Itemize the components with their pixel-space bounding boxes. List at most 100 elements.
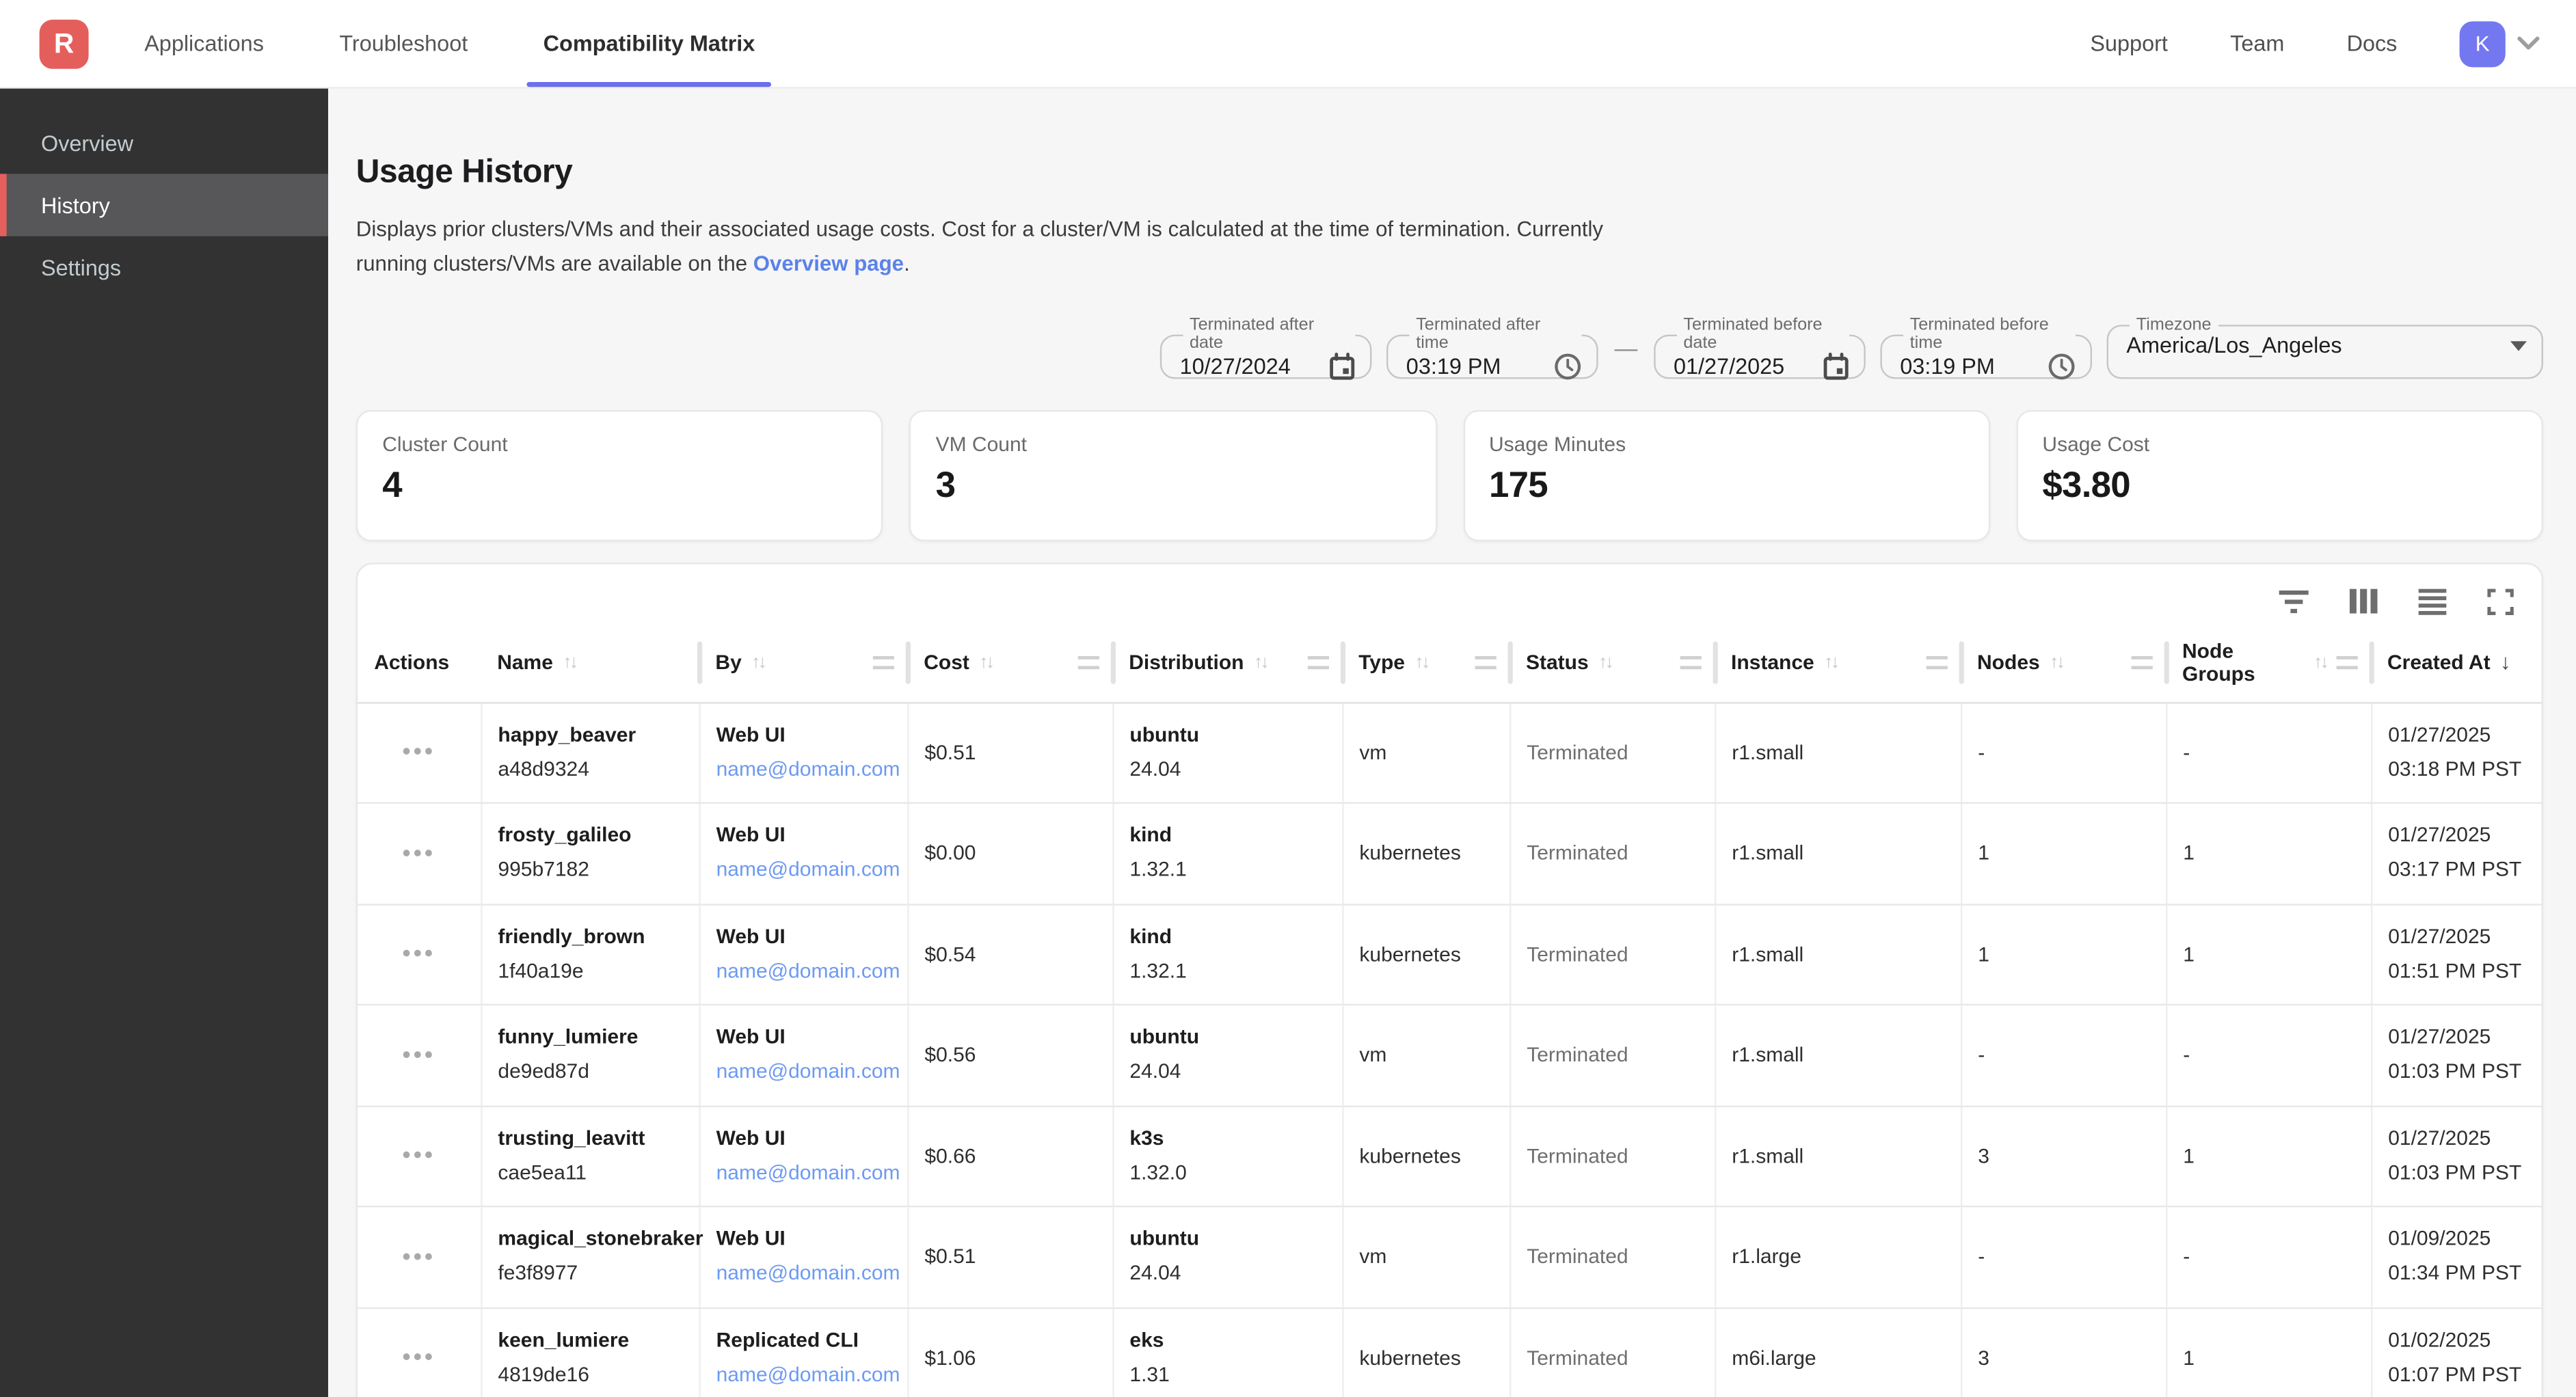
stat-value: $3.80 <box>2042 463 2517 506</box>
name-cell: funny_lumierede9ed87d <box>481 1005 699 1106</box>
by-cell: Web UIname@domain.com <box>699 904 907 1005</box>
overview-page-link[interactable]: Overview page <box>753 251 904 275</box>
row-actions-button[interactable]: ••• <box>402 1344 435 1372</box>
name-cell: friendly_brown1f40a19e <box>481 904 699 1005</box>
actions-cell: ••• <box>358 1307 481 1397</box>
row-actions-button[interactable]: ••• <box>402 739 435 767</box>
node-groups-cell: - <box>2166 1206 2371 1307</box>
distribution-cell: k3s1.32.0 <box>1112 1106 1342 1207</box>
col-header-name[interactable]: Name↑↓ <box>481 623 699 702</box>
sort-icon: ↑↓ <box>1598 652 1611 672</box>
app-logo[interactable]: R <box>40 19 89 68</box>
column-menu-icon[interactable] <box>1475 655 1497 668</box>
email-link[interactable]: name@domain.com <box>716 1055 890 1090</box>
column-menu-icon[interactable] <box>1308 655 1329 668</box>
row-actions-button[interactable]: ••• <box>402 1142 435 1170</box>
nav-tabs: Applications Troubleshoot Compatibility … <box>144 0 755 87</box>
nav-link-team[interactable]: Team <box>2230 31 2284 56</box>
nav-link-docs[interactable]: Docs <box>2347 31 2398 56</box>
table-row: ••• funny_lumierede9ed87d Web UIname@dom… <box>358 1005 2541 1106</box>
actions-cell: ••• <box>358 1206 481 1307</box>
stat-label: Usage Cost <box>2042 433 2517 456</box>
stat-card-usage-minutes: Usage Minutes 175 <box>1463 409 1990 541</box>
sidebar-item-settings[interactable]: Settings <box>0 236 328 299</box>
type-cell: kubernetes <box>1342 1307 1510 1397</box>
instance-cell: r1.large <box>1715 1206 1961 1307</box>
cost-cell: $0.51 <box>907 1206 1112 1307</box>
email-link[interactable]: name@domain.com <box>716 1358 890 1393</box>
page-description: Displays prior clusters/VMs and their as… <box>356 213 1669 282</box>
clock-icon[interactable] <box>2048 352 2076 380</box>
distribution-cell: ubuntu24.04 <box>1112 1005 1342 1106</box>
col-header-created-at[interactable]: Created At↓ <box>2371 623 2542 702</box>
density-icon[interactable] <box>2417 586 2446 616</box>
type-cell: vm <box>1342 702 1510 803</box>
status-cell: Terminated <box>1510 1307 1715 1397</box>
column-menu-icon[interactable] <box>2337 655 2358 668</box>
email-link[interactable]: name@domain.com <box>716 954 890 989</box>
clock-icon[interactable] <box>1554 352 1582 380</box>
column-menu-icon[interactable] <box>1078 655 1099 668</box>
email-link[interactable]: name@domain.com <box>716 854 890 889</box>
stat-card-vm-count: VM Count 3 <box>909 409 1436 541</box>
tab-compatibility-matrix[interactable]: Compatibility Matrix <box>544 0 755 87</box>
distribution-cell: kind1.32.1 <box>1112 803 1342 904</box>
row-actions-button[interactable]: ••• <box>402 1042 435 1070</box>
columns-icon[interactable] <box>2348 586 2377 616</box>
col-header-instance[interactable]: Instance↑↓ <box>1715 623 1961 702</box>
timezone-select[interactable]: Timezone America/Los_Angeles <box>2107 316 2543 378</box>
field-value: 03:19 PM <box>1406 354 1501 379</box>
status-cell: Terminated <box>1510 904 1715 1005</box>
nodes-cell: 3 <box>1961 1307 2166 1397</box>
column-menu-icon[interactable] <box>873 655 894 668</box>
nav-link-support[interactable]: Support <box>2090 31 2168 56</box>
fullscreen-icon[interactable] <box>2486 586 2515 616</box>
terminated-before-time-field[interactable]: Terminated before time 03:19 PM <box>1880 316 2092 378</box>
email-link[interactable]: name@domain.com <box>716 1257 890 1292</box>
row-actions-button[interactable]: ••• <box>402 1243 435 1271</box>
col-header-cost[interactable]: Cost↑↓ <box>907 623 1112 702</box>
by-cell: Web UIname@domain.com <box>699 1005 907 1106</box>
col-header-node-groups[interactable]: Node Groups↑↓ <box>2166 623 2371 702</box>
col-header-type[interactable]: Type↑↓ <box>1342 623 1510 702</box>
actions-cell: ••• <box>358 1005 481 1106</box>
filter-icon[interactable] <box>2279 586 2309 616</box>
terminated-before-date-field[interactable]: Terminated before date 01/27/2025 <box>1654 316 1866 378</box>
col-header-nodes[interactable]: Nodes↑↓ <box>1961 623 2166 702</box>
row-actions-button[interactable]: ••• <box>402 839 435 867</box>
sort-icon: ↑↓ <box>1824 652 1837 672</box>
actions-cell: ••• <box>358 904 481 1005</box>
calendar-icon[interactable] <box>1823 352 1849 380</box>
node-groups-cell: 1 <box>2166 803 2371 904</box>
description-text: Displays prior clusters/VMs and their as… <box>356 217 1603 275</box>
nodes-cell: - <box>1961 702 2166 803</box>
email-link[interactable]: name@domain.com <box>716 1156 890 1191</box>
tab-applications[interactable]: Applications <box>144 0 264 87</box>
col-header-status[interactable]: Status↑↓ <box>1510 623 1715 702</box>
tab-troubleshoot[interactable]: Troubleshoot <box>339 0 468 87</box>
by-cell: Web UIname@domain.com <box>699 1206 907 1307</box>
user-menu[interactable]: K <box>2460 21 2540 66</box>
stat-value: 175 <box>1489 463 1963 506</box>
column-menu-icon[interactable] <box>1680 655 1702 668</box>
sidebar-item-overview[interactable]: Overview <box>0 111 328 174</box>
usage-table-card: Actions Name↑↓ By↑↓ Cost↑↓ Distribution↑… <box>356 562 2543 1397</box>
terminated-after-time-field[interactable]: Terminated after time 03:19 PM <box>1386 316 1598 378</box>
calendar-icon[interactable] <box>1329 352 1355 380</box>
terminated-after-date-field[interactable]: Terminated after date 10/27/2024 <box>1160 316 1372 378</box>
instance-cell: m6i.large <box>1715 1307 1961 1397</box>
nodes-cell: - <box>1961 1005 2166 1106</box>
email-link[interactable]: name@domain.com <box>716 752 890 787</box>
logo-letter: R <box>54 27 74 60</box>
column-menu-icon[interactable] <box>2132 655 2153 668</box>
column-menu-icon[interactable] <box>1927 655 1948 668</box>
sidebar-item-history[interactable]: History <box>0 174 328 236</box>
table-row: ••• magical_stonebrakerfe3f8977 Web UIna… <box>358 1206 2541 1307</box>
app: R Applications Troubleshoot Compatibilit… <box>0 0 2576 1397</box>
col-header-by[interactable]: By↑↓ <box>699 623 907 702</box>
node-groups-cell: - <box>2166 702 2371 803</box>
table-row: ••• happy_beavera48d9324 Web UIname@doma… <box>358 702 2541 803</box>
col-header-distribution[interactable]: Distribution↑↓ <box>1112 623 1342 702</box>
row-actions-button[interactable]: ••• <box>402 940 435 968</box>
type-cell: vm <box>1342 1005 1510 1106</box>
